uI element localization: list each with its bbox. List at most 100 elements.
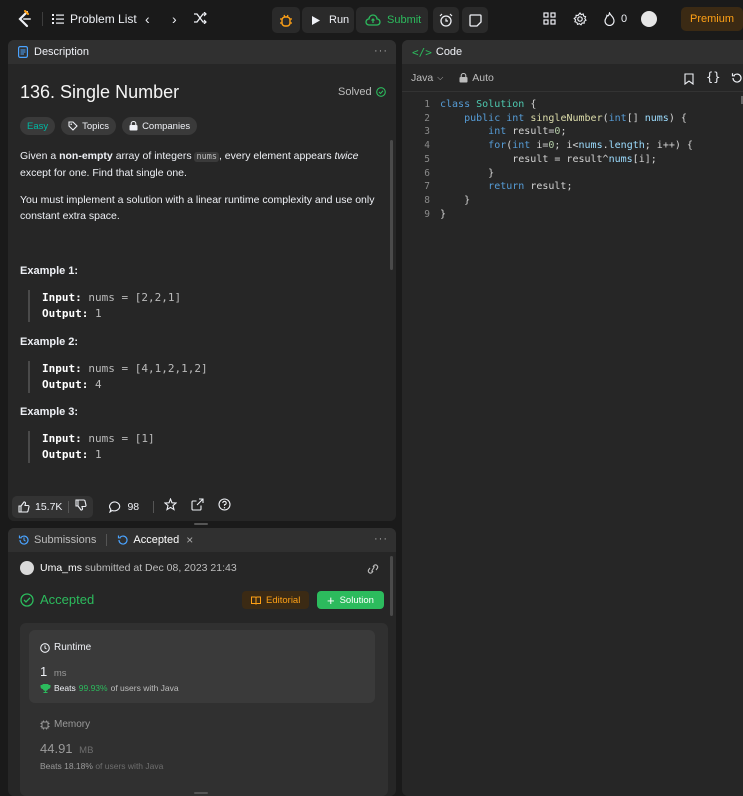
prev-problem-button[interactable]: ‹ [145, 11, 150, 27]
more-options-icon[interactable]: ··· [374, 45, 388, 57]
thumbs-down-icon [75, 499, 88, 511]
lock-icon [129, 121, 138, 131]
runtime-beats-row: Beats 99.93% of users with Java [40, 683, 179, 693]
problem-statement-p2: You must implement a solution with a lin… [20, 192, 390, 224]
line-number: 4 [424, 140, 430, 152]
premium-button[interactable]: Premium [681, 7, 743, 31]
companies-label: Companies [142, 120, 191, 132]
avatar[interactable] [641, 11, 657, 27]
lock-icon [459, 72, 468, 82]
code-line: for(int i=0; i<nums.length; i++) { [488, 140, 693, 152]
output-value: 1 [88, 448, 102, 461]
like-button[interactable]: 15.7K [18, 501, 62, 513]
runtime-card[interactable]: Runtime 1 ms Beats 99.93% of users with … [29, 630, 375, 703]
plus-icon: + [327, 592, 335, 608]
runtime-header: Runtime [40, 642, 91, 653]
example-heading: Example 2: [20, 336, 79, 348]
memory-unit: MB [79, 745, 94, 756]
check-circle-icon [20, 592, 34, 607]
solution-button[interactable]: + Solution [317, 591, 384, 609]
history-icon [18, 535, 29, 545]
leetcode-logo[interactable] [16, 10, 32, 28]
bookmark-button[interactable] [684, 72, 694, 90]
scrollbar[interactable] [390, 140, 393, 270]
share-button[interactable] [191, 497, 204, 516]
favorite-button[interactable] [163, 497, 178, 516]
comments-button[interactable]: 98 [109, 501, 139, 513]
help-button[interactable] [218, 497, 231, 516]
difficulty-badge[interactable]: Easy [20, 117, 56, 135]
line-number: 2 [424, 112, 430, 124]
submit-button[interactable]: Submit [356, 7, 428, 33]
companies-tag[interactable]: Companies [122, 117, 198, 135]
code-line: } [440, 167, 495, 179]
statement-text: array of integers [112, 150, 195, 162]
comment-count: 98 [127, 500, 140, 513]
code-editor[interactable]: 1 2 3 4 5 6 7 8 9 class Solution { publi… [402, 99, 743, 239]
like-count: 15.7K [35, 500, 63, 513]
list-icon [52, 14, 64, 24]
divider [106, 534, 108, 546]
runtime-label: Runtime [54, 642, 92, 653]
thumbs-up-icon [18, 500, 30, 513]
output-label: Output: [42, 378, 89, 391]
tab-submissions[interactable]: Submissions [34, 534, 96, 546]
tab-description[interactable]: Description [34, 46, 89, 58]
comment-icon [109, 500, 121, 513]
scrollbar[interactable] [390, 556, 393, 616]
gear-icon [573, 12, 587, 26]
resize-handle[interactable] [194, 792, 208, 794]
tab-accepted[interactable]: Accepted [133, 534, 179, 546]
note-icon [469, 13, 482, 27]
statement-text: Given a [20, 150, 60, 162]
memory-card[interactable]: Memory 44.91 MB Beats 18.18% of users wi… [29, 713, 375, 793]
statement-italic: twice [334, 150, 359, 162]
fire-icon [604, 12, 615, 26]
layout-grid-icon [543, 12, 556, 25]
editorial-button[interactable]: Editorial [242, 591, 310, 609]
problem-list-button[interactable]: Problem List [52, 12, 137, 26]
topics-tag[interactable]: Topics [61, 117, 117, 135]
tab-code[interactable]: Code [436, 46, 462, 58]
line-number: 1 [424, 99, 430, 110]
memory-beats-percent: 18.18% [64, 761, 93, 771]
streak-counter[interactable]: 0 [604, 12, 627, 26]
code-brackets-icon: </> [412, 45, 432, 59]
language-select[interactable]: Java ⌵ [411, 72, 443, 84]
copy-link-button[interactable] [366, 562, 380, 580]
avatar[interactable] [20, 561, 34, 575]
resize-handle[interactable] [194, 523, 208, 525]
timer-button[interactable] [433, 7, 459, 33]
statement-text: You must implement a solution with a lin… [20, 194, 375, 206]
beats-suffix: of users with Java [92, 761, 164, 771]
code-line: result = result^nums[i]; [440, 153, 657, 165]
format-code-button[interactable]: {} [706, 70, 720, 84]
alarm-clock-icon [439, 13, 453, 27]
auto-save-indicator[interactable]: Auto [459, 72, 494, 84]
topics-label: Topics [82, 120, 110, 132]
problem-statement-p1: Given a non-empty array of integers nums… [20, 148, 390, 181]
next-problem-button[interactable]: › [172, 11, 177, 27]
runtime-unit: ms [53, 668, 67, 679]
code-line: } [440, 208, 447, 220]
random-problem-button[interactable] [194, 12, 207, 24]
output-label: Output: [42, 448, 89, 461]
layout-button[interactable] [543, 12, 556, 25]
notes-button[interactable] [462, 7, 488, 33]
close-icon[interactable]: × [186, 533, 193, 547]
solution-label: Solution [339, 594, 374, 606]
status-accepted: Accepted [40, 592, 95, 607]
statement-text: constant extra space. [20, 210, 120, 222]
example-heading: Example 1: [20, 265, 79, 277]
more-options-icon[interactable]: ··· [374, 533, 388, 545]
beats-suffix: of users with Java [110, 683, 179, 693]
debug-button[interactable] [272, 7, 300, 33]
settings-button[interactable] [573, 12, 587, 26]
history-icon [118, 535, 128, 545]
dislike-button[interactable] [75, 499, 88, 514]
code-tab-header: </> Code [402, 40, 743, 64]
output-value: 4 [88, 378, 102, 391]
username[interactable]: Uma_ms [40, 562, 82, 574]
reset-button[interactable] [731, 71, 743, 89]
run-button[interactable]: Run [302, 7, 354, 33]
